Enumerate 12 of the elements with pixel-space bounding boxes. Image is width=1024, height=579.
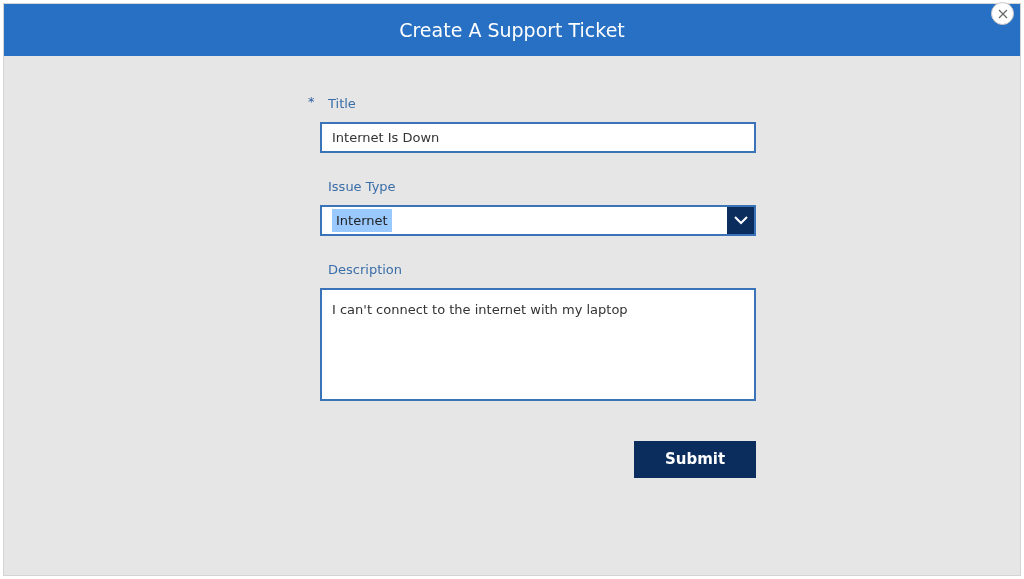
close-icon: [997, 8, 1008, 19]
submit-button[interactable]: Submit: [634, 441, 756, 478]
dropdown-value: Internet: [332, 208, 392, 233]
chevron-down-icon[interactable]: [727, 207, 754, 234]
input-field[interactable]: Internet Is Down: [320, 122, 756, 153]
dropdown-field[interactable]: Internet: [320, 205, 756, 236]
field-label: Title: [328, 95, 356, 114]
text-area[interactable]: I can't connect to the internet with my laptop: [320, 288, 756, 401]
required-mark: *: [308, 94, 315, 110]
window-title: Create A Support Ticket: [399, 17, 625, 43]
field-label: Description: [328, 261, 403, 280]
field-label: Issue Type: [328, 178, 396, 197]
